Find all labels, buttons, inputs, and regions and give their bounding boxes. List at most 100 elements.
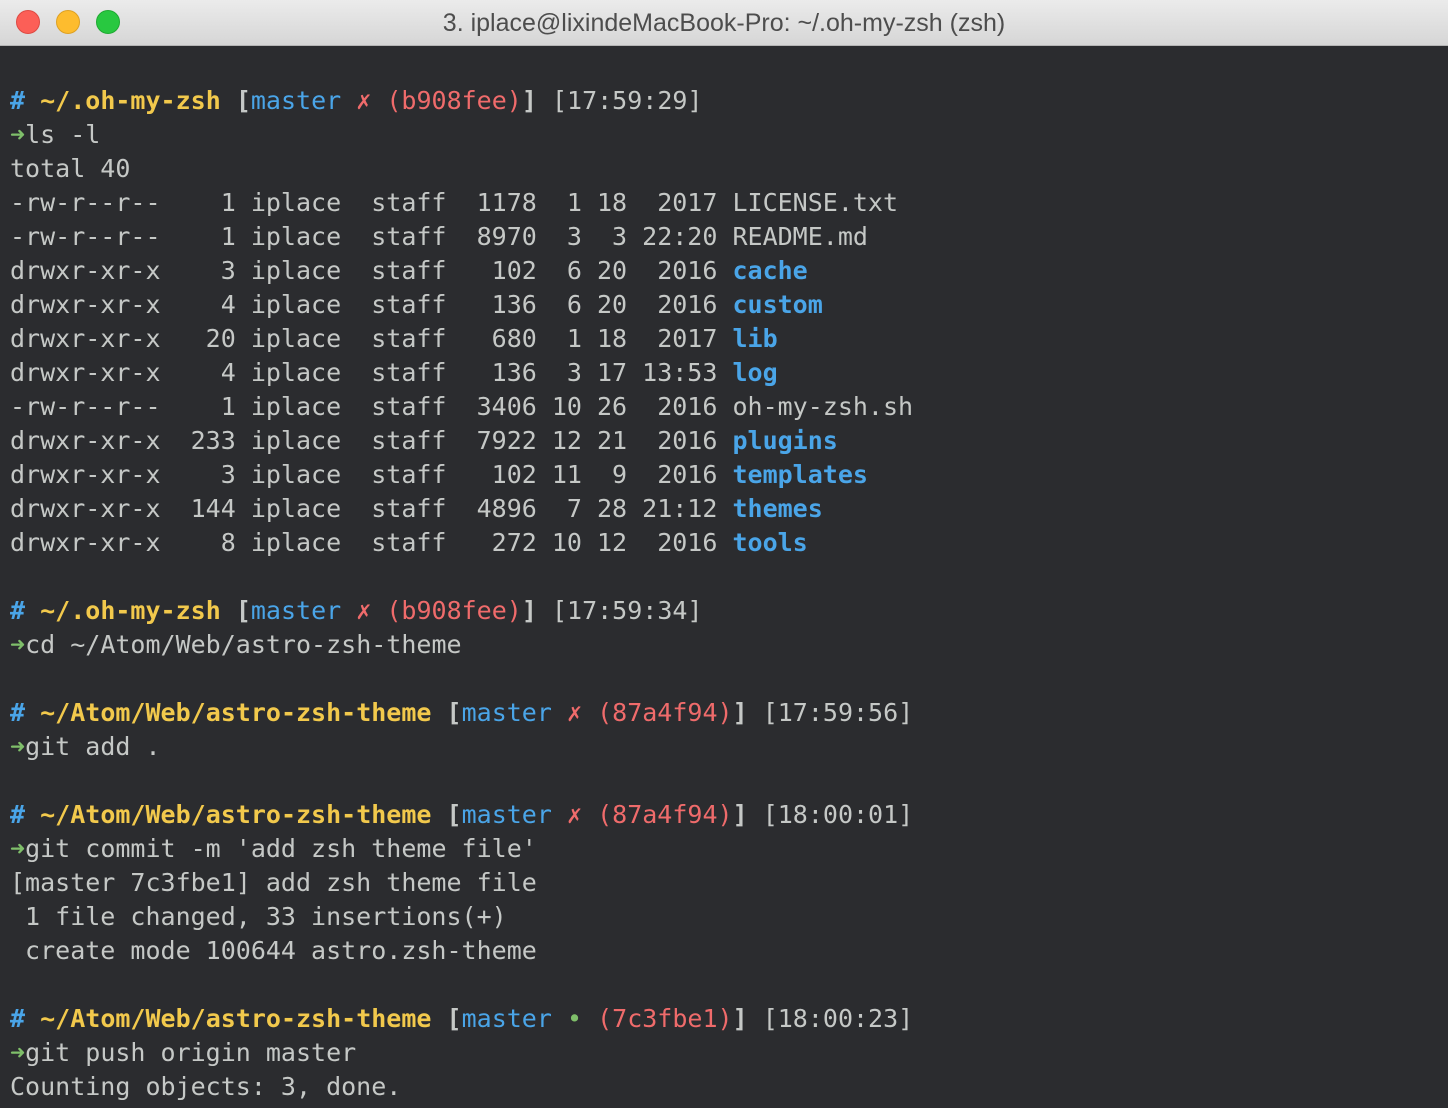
ls-row: drwxr-xr-x 144 iplace staff 4896 7 28 21… (10, 492, 1440, 526)
prompt-bracket-close: ] (521, 596, 537, 625)
ls-meta: drwxr-xr-x 144 iplace staff 4896 7 28 21… (10, 494, 733, 523)
ls-row: drwxr-xr-x 3 iplace staff 102 11 9 2016 … (10, 458, 1440, 492)
prompt-branch: master (461, 800, 552, 829)
command-text: git add . (25, 732, 161, 761)
arrow-icon: ➜ (10, 630, 26, 659)
arrow-icon: ➜ (10, 120, 26, 149)
prompt-bracket-open: [ (446, 1004, 462, 1033)
prompt-commit: (b908fee) (386, 86, 522, 115)
command-line: ➜git commit -m 'add zsh theme file' (10, 832, 1440, 866)
prompt-time: [18:00:01] (762, 800, 914, 829)
prompt-line: # ~/Atom/Web/astro-zsh-theme [master ✗ (… (10, 696, 1440, 730)
ls-meta: drwxr-xr-x 8 iplace staff 272 10 12 2016 (10, 528, 733, 557)
prompt-branch: master (250, 596, 342, 625)
prompt-hash: # (10, 86, 26, 115)
output-line: 1 file changed, 33 insertions(+) (10, 902, 507, 931)
prompt-commit: (b908fee) (386, 596, 522, 625)
directory-name: log (732, 358, 778, 387)
title-bar[interactable]: 3. iplace@lixindeMacBook-Pro: ~/.oh-my-z… (0, 0, 1448, 46)
ls-row: -rw-r--r-- 1 iplace staff 1178 1 18 2017… (10, 186, 1440, 220)
prompt-bracket-close: ] (732, 1004, 748, 1033)
command-text: git push origin master (25, 1038, 357, 1067)
prompt-commit: (87a4f94) (597, 698, 733, 727)
output-line: [master 7c3fbe1] add zsh theme file (10, 868, 537, 897)
ls-row: drwxr-xr-x 3 iplace staff 102 6 20 2016 … (10, 254, 1440, 288)
prompt-dirty-mark: ✗ (566, 698, 583, 727)
prompt-dirty-mark: ✗ (356, 596, 372, 625)
prompt-hash: # (10, 698, 26, 727)
arrow-icon: ➜ (10, 834, 26, 863)
directory-name: custom (732, 290, 823, 319)
prompt-commit: (7c3fbe1) (597, 1004, 733, 1033)
ls-row: -rw-r--r-- 1 iplace staff 8970 3 3 22:20… (10, 220, 1440, 254)
ls-meta: drwxr-xr-x 20 iplace staff 680 1 18 2017 (10, 324, 733, 353)
ls-meta: -rw-r--r-- 1 iplace staff 3406 10 26 201… (10, 392, 733, 421)
prompt-clean-mark: • (566, 1004, 583, 1033)
ls-row: drwxr-xr-x 8 iplace staff 272 10 12 2016… (10, 526, 1440, 560)
terminal-window: 3. iplace@lixindeMacBook-Pro: ~/.oh-my-z… (0, 0, 1448, 1108)
file-name: README.md (732, 222, 868, 251)
directory-name: templates (732, 460, 868, 489)
terminal-output[interactable]: # ~/.oh-my-zsh [master ✗ (b908fee)] [17:… (10, 84, 1440, 1104)
output-line: Counting objects: 3, done. (10, 1072, 402, 1101)
file-name: oh-my-zsh.sh (732, 392, 914, 421)
ls-meta: drwxr-xr-x 4 iplace staff 136 6 20 2016 (10, 290, 733, 319)
directory-name: tools (732, 528, 808, 557)
prompt-path: ~/Atom/Web/astro-zsh-theme (40, 698, 432, 727)
prompt-bracket-open: [ (446, 698, 462, 727)
prompt-bracket-open: [ (235, 86, 251, 115)
prompt-bracket-close: ] (521, 86, 537, 115)
directory-name: lib (732, 324, 778, 353)
ls-meta: drwxr-xr-x 3 iplace staff 102 11 9 2016 (10, 460, 733, 489)
prompt-branch: master (461, 698, 552, 727)
ls-total: total 40 (10, 154, 131, 183)
prompt-commit: (87a4f94) (597, 800, 733, 829)
ls-row: drwxr-xr-x 233 iplace staff 7922 12 21 2… (10, 424, 1440, 458)
command-text: git commit -m 'add zsh theme file' (25, 834, 537, 863)
arrow-icon: ➜ (10, 1038, 26, 1067)
prompt-hash: # (10, 1004, 26, 1033)
prompt-branch: master (250, 86, 342, 115)
prompt-line: # ~/.oh-my-zsh [master ✗ (b908fee)] [17:… (10, 594, 1440, 628)
prompt-time: [17:59:29] (551, 86, 703, 115)
ls-meta: drwxr-xr-x 3 iplace staff 102 6 20 2016 (10, 256, 733, 285)
arrow-icon: ➜ (10, 732, 26, 761)
prompt-dirty-mark: ✗ (356, 86, 372, 115)
ls-row: drwxr-xr-x 20 iplace staff 680 1 18 2017… (10, 322, 1440, 356)
command-text: cd ~/Atom/Web/astro-zsh-theme (25, 630, 462, 659)
directory-name: plugins (732, 426, 838, 455)
directory-name: cache (732, 256, 808, 285)
prompt-line: # ~/Atom/Web/astro-zsh-theme [master • (… (10, 1002, 1440, 1036)
prompt-hash: # (10, 596, 26, 625)
prompt-path: ~/Atom/Web/astro-zsh-theme (40, 800, 432, 829)
prompt-bracket-close: ] (732, 698, 748, 727)
file-name: LICENSE.txt (732, 188, 899, 217)
command-text: ls -l (25, 120, 101, 149)
command-line: ➜cd ~/Atom/Web/astro-zsh-theme (10, 628, 1440, 662)
prompt-path: ~/.oh-my-zsh (40, 86, 221, 115)
prompt-line: # ~/.oh-my-zsh [master ✗ (b908fee)] [17:… (10, 84, 1440, 118)
prompt-hash: # (10, 800, 26, 829)
prompt-bracket-open: [ (235, 596, 251, 625)
ls-row: drwxr-xr-x 4 iplace staff 136 3 17 13:53… (10, 356, 1440, 390)
prompt-bracket-close: ] (732, 800, 748, 829)
ls-meta: -rw-r--r-- 1 iplace staff 1178 1 18 2017 (10, 188, 733, 217)
ls-meta: -rw-r--r-- 1 iplace staff 8970 3 3 22:20 (10, 222, 733, 251)
ls-row: -rw-r--r-- 1 iplace staff 3406 10 26 201… (10, 390, 1440, 424)
prompt-line: # ~/Atom/Web/astro-zsh-theme [master ✗ (… (10, 798, 1440, 832)
command-line: ➜git push origin master (10, 1036, 1440, 1070)
prompt-path: ~/Atom/Web/astro-zsh-theme (40, 1004, 432, 1033)
prompt-time: [18:00:23] (762, 1004, 914, 1033)
command-line: ➜ls -l (10, 118, 1440, 152)
prompt-dirty-mark: ✗ (566, 800, 583, 829)
prompt-time: [17:59:34] (551, 596, 703, 625)
directory-name: themes (732, 494, 823, 523)
prompt-branch: master (461, 1004, 552, 1033)
ls-meta: drwxr-xr-x 4 iplace staff 136 3 17 13:53 (10, 358, 733, 387)
window-title: 3. iplace@lixindeMacBook-Pro: ~/.oh-my-z… (442, 9, 1006, 37)
prompt-bracket-open: [ (446, 800, 462, 829)
